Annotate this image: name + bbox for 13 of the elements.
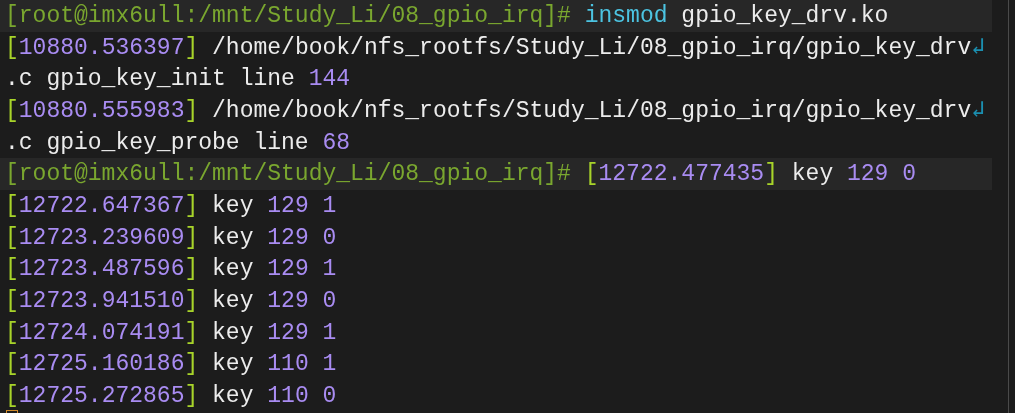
terminal-line: [10880.536397] /home/book/nfs_rootfs/Study_Li/08_gpio_irq/gpio_key_drv↲ (5, 33, 986, 62)
terminal-line: [12723.487596] key 129 1 (5, 255, 337, 284)
terminal-line: [12725.272865] key 110 0 (5, 382, 337, 411)
terminal-line: [12723.941510] key 129 0 (5, 287, 337, 316)
terminal-line: .c gpio_key_probe line 68 (5, 128, 351, 157)
terminal-line: [12724.074191] key 129 1 (5, 318, 337, 347)
terminal-line: [10880.555983] /home/book/nfs_rootfs/Study_Li/08_gpio_irq/gpio_key_drv↲ (5, 96, 986, 125)
terminal-line: [root@imx6ull:/mnt/Study_Li/08_gpio_irq]# insmod gpio_key_drv.ko (5, 1, 889, 30)
terminal-line: [12725.160186] key 110 1 (5, 350, 337, 379)
terminal-line: [root@imx6ull:/mnt/Study_Li/08_gpio_irq]# [12722.477435] key 129 0 (5, 160, 916, 189)
terminal-line: .c gpio_key_init line 144 (5, 65, 351, 94)
terminal-line: [12723.239609] key 129 0 (5, 223, 337, 252)
terminal-line: [12722.647367] key 129 1 (5, 191, 337, 220)
